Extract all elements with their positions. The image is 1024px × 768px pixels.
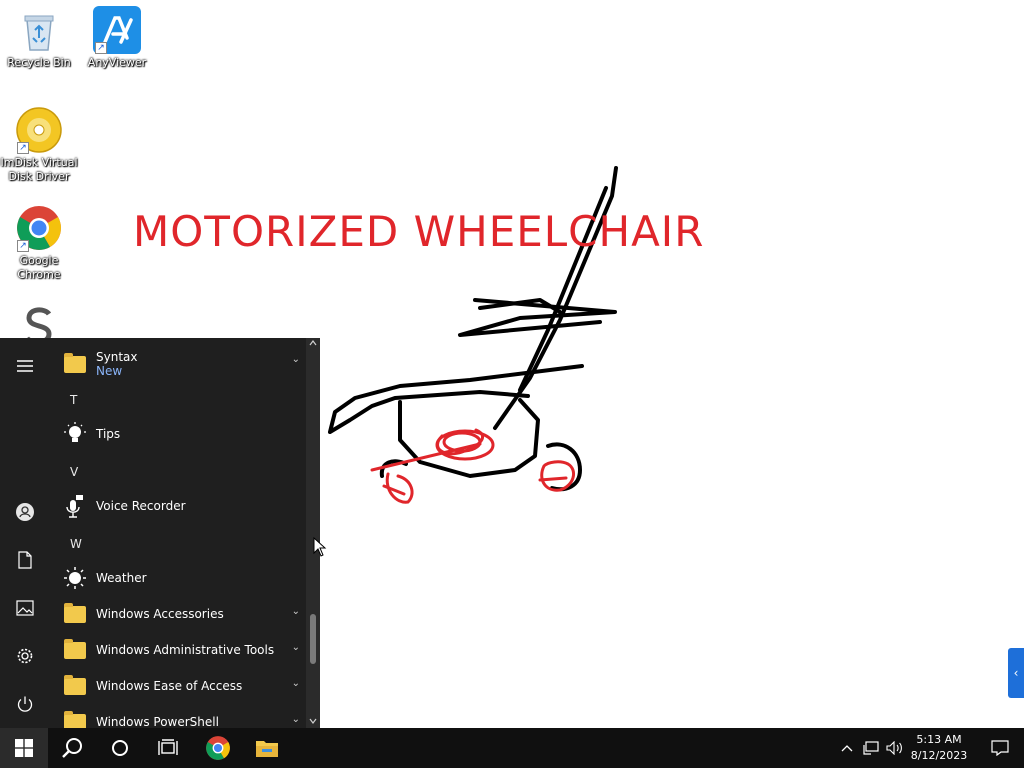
list-item-windows-powershell[interactable]: Windows PowerShell ⌄ — [50, 704, 306, 728]
volume-icon — [886, 741, 902, 755]
lightbulb-icon — [62, 421, 88, 447]
app-label: Weather — [96, 571, 147, 585]
file-explorer-icon — [256, 741, 278, 757]
chevron-down-icon[interactable]: ⌄ — [292, 678, 300, 689]
pictures-button[interactable] — [0, 588, 50, 628]
file-explorer-button[interactable] — [243, 728, 291, 768]
chevron-left-icon: ‹ — [1013, 666, 1019, 680]
list-item-windows-administrative-tools[interactable]: Windows Administrative Tools ⌄ — [50, 632, 306, 668]
chrome-icon — [206, 736, 230, 760]
app-list-scrollbar[interactable] — [306, 338, 320, 728]
clock-date: 8/12/2023 — [910, 749, 968, 762]
power-icon — [17, 696, 33, 712]
windows-logo-icon — [15, 739, 33, 757]
letter-header-w[interactable]: W — [70, 526, 100, 562]
microphone-icon — [62, 493, 88, 519]
user-icon — [16, 503, 34, 521]
sun-icon — [62, 565, 88, 591]
app-label: Windows Administrative Tools — [96, 643, 275, 657]
clock-time: 5:13 AM — [916, 733, 962, 746]
network-icon — [863, 741, 879, 755]
search-button[interactable] — [48, 728, 96, 768]
sketch-title: MOTORIZED WHEELCHAIR — [133, 207, 705, 256]
task-view-icon — [158, 739, 178, 755]
show-hidden-icons-button[interactable] — [836, 728, 858, 768]
action-center-button[interactable] — [976, 728, 1024, 768]
app-label: Windows Ease of Access — [96, 679, 243, 693]
scroll-thumb[interactable] — [310, 614, 316, 664]
app-label-block: Syntax New — [96, 350, 137, 378]
settings-button[interactable] — [0, 636, 50, 676]
letter-header-v[interactable]: V — [70, 454, 100, 490]
folder-icon — [62, 673, 88, 699]
chevron-down-icon[interactable]: ⌄ — [292, 714, 300, 725]
task-view-button[interactable] — [144, 728, 192, 768]
notification-icon — [991, 740, 1009, 756]
network-button[interactable] — [860, 728, 882, 768]
chrome-taskbar-button[interactable] — [194, 728, 242, 768]
app-label: Voice Recorder — [96, 499, 186, 513]
start-menu: Syntax New ⌄ T Tips V Voice Recorder W W… — [0, 338, 320, 728]
power-button[interactable] — [0, 684, 50, 724]
scroll-down-icon[interactable] — [309, 718, 317, 724]
taskbar: 5:13 AM 8/12/2023 — [0, 728, 1024, 768]
folder-icon — [62, 637, 88, 663]
start-button[interactable] — [0, 728, 48, 768]
folder-icon — [62, 351, 88, 377]
folder-icon — [62, 601, 88, 627]
app-label: Tips — [96, 427, 121, 441]
app-label: Syntax — [96, 350, 138, 364]
start-rail — [0, 338, 50, 728]
cortana-button[interactable] — [96, 728, 144, 768]
volume-button[interactable] — [884, 728, 906, 768]
chevron-down-icon[interactable]: ⌄ — [292, 354, 300, 365]
side-panel-tab[interactable]: ‹ — [1008, 648, 1024, 698]
chevron-up-icon — [841, 745, 853, 752]
chevron-down-icon[interactable]: ⌄ — [292, 642, 300, 653]
clock[interactable]: 5:13 AM 8/12/2023 — [906, 732, 972, 764]
expand-menu-button[interactable] — [0, 346, 50, 386]
documents-button[interactable] — [0, 540, 50, 580]
search-icon — [62, 738, 82, 758]
documents-icon — [18, 551, 32, 569]
list-item-syntax[interactable]: Syntax New ⌄ — [50, 344, 306, 384]
list-item-weather[interactable]: Weather — [50, 560, 306, 596]
pictures-icon — [16, 600, 34, 616]
chevron-down-icon[interactable]: ⌄ — [292, 606, 300, 617]
letter-header-t[interactable]: T — [70, 382, 100, 418]
app-label: Windows PowerShell — [96, 715, 219, 728]
new-badge: New — [96, 364, 123, 378]
app-label: Windows Accessories — [96, 607, 224, 621]
list-item-windows-accessories[interactable]: Windows Accessories ⌄ — [50, 596, 306, 632]
hamburger-icon — [17, 360, 33, 372]
mouse-cursor-icon — [313, 537, 327, 557]
cortana-icon — [112, 740, 128, 756]
folder-icon — [62, 709, 88, 728]
list-item-voice-recorder[interactable]: Voice Recorder — [50, 488, 306, 524]
list-item-windows-ease-of-access[interactable]: Windows Ease of Access ⌄ — [50, 668, 306, 704]
account-button[interactable] — [0, 492, 50, 532]
list-item-tips[interactable]: Tips — [50, 416, 306, 452]
scroll-up-icon[interactable] — [309, 340, 317, 346]
settings-icon — [17, 648, 33, 664]
app-list: Syntax New ⌄ T Tips V Voice Recorder W W… — [50, 338, 306, 728]
